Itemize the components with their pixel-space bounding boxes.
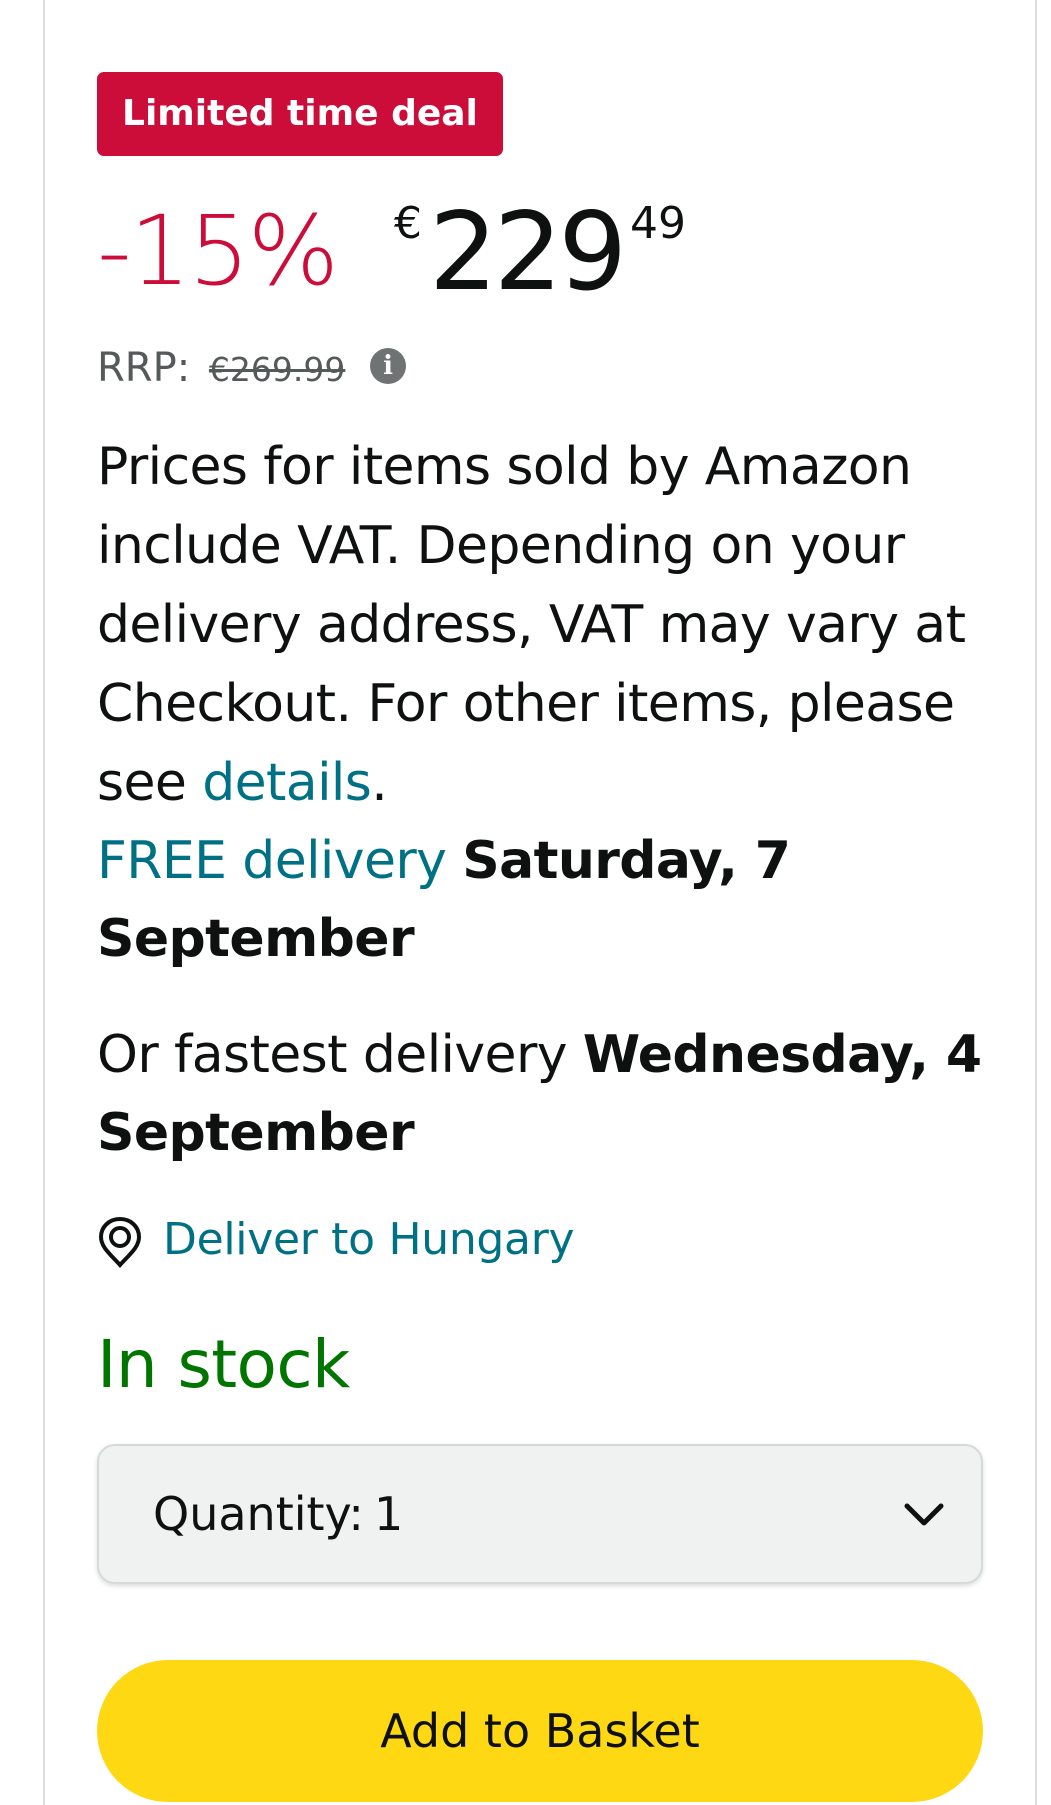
price-fraction: 49	[630, 198, 686, 249]
add-to-basket-button[interactable]: Add to Basket	[97, 1660, 983, 1802]
info-icon[interactable]: i	[370, 348, 407, 384]
vat-notice: Prices for items sold by Amazon include …	[97, 428, 997, 823]
fastest-delivery-info: Or fastest delivery Wednesday, 4 Septemb…	[97, 1016, 997, 1172]
discount-percentage: -15%	[97, 195, 339, 307]
quantity-value: 1	[374, 1487, 404, 1541]
fastest-delivery-label: Or fastest delivery	[97, 1025, 568, 1085]
quantity-dropdown[interactable]: Quantity: 1	[97, 1444, 983, 1584]
free-delivery-link[interactable]: FREE delivery	[97, 831, 447, 891]
rrp-value: €269.99	[208, 350, 346, 389]
location-pin-icon	[98, 1216, 142, 1268]
price-whole: 229	[429, 190, 627, 315]
deliver-to-label: Deliver to Hungary	[163, 1214, 575, 1265]
details-link[interactable]: details	[202, 753, 372, 813]
rrp-label: RRP:	[97, 345, 191, 391]
stock-status: In stock	[97, 1326, 350, 1403]
vat-notice-suffix: .	[371, 753, 388, 813]
free-delivery-info: FREE delivery Saturday, 7 September	[97, 822, 997, 978]
chevron-down-icon	[904, 1503, 944, 1526]
rrp-row: RRP: €269.99 i	[97, 340, 407, 396]
limited-time-deal-badge: Limited time deal	[97, 72, 503, 156]
price-currency-symbol: €	[394, 198, 422, 249]
quantity-label: Quantity:	[153, 1487, 364, 1541]
